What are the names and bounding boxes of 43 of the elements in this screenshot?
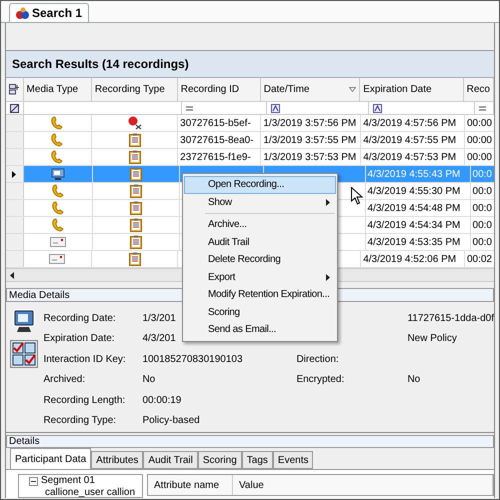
table-cell-text: 23727615-f1e9- [180, 150, 251, 164]
field-value: No [407, 374, 420, 386]
table-cell-text: 00:0 [472, 168, 492, 182]
table-cell-text: 00:02 [466, 252, 492, 266]
field-label: Encrypted: [296, 374, 344, 386]
section-header: Details [6, 435, 494, 448]
table-cell-text: 00:00 [466, 134, 492, 148]
field-label: Recording Type: [42, 414, 118, 428]
table-cell-text: 4/3/2019 4:55:30 PM [368, 184, 460, 198]
table-cell-text: 00:0 [472, 236, 492, 250]
field-value: 100185270830190103 [142, 354, 243, 365]
field-label: Direction: [296, 354, 339, 365]
table-cell-text: 4/3/2019 4:53:35 PM [368, 236, 460, 250]
table-cell-text: 4/3/2019 4:57:55 PM [363, 134, 456, 148]
table-cell-text: 00:00 [466, 150, 492, 164]
field-value: Policy-based [142, 415, 200, 426]
table-cell-text: 4/3/2019 4:54:34 PM [368, 218, 460, 232]
table-cell-text: 1/3/2019 3:57:53 PM [263, 150, 356, 164]
field-label: Archived: [42, 373, 86, 388]
table-cell-text: 30727615-b5ef- [180, 116, 251, 130]
table-cell-text: 30727615-8ea0- [180, 134, 254, 148]
field-value: 4/3/201 [142, 333, 176, 344]
field-label: Interaction ID Key: [42, 352, 127, 367]
table-cell-text: 4/3/2019 4:55:43 PM [368, 168, 460, 182]
table-cell-text: 00:00 [466, 116, 492, 130]
field-value: New Policy [407, 333, 457, 344]
table-cell-text: 1/3/2019 3:57:55 PM [263, 134, 356, 148]
table-cell-text: 00:0 [472, 184, 492, 198]
field-label: Expiration Date: [42, 332, 116, 346]
section-header: Search Results (14 recordings) [6, 51, 494, 78]
field-value: 00:00:19 [142, 394, 182, 406]
table-cell-text: 00:0 [472, 202, 492, 216]
field-label: Recording Date: [42, 312, 117, 326]
table-cell-text: 1/3/2019 3:57:56 PM [263, 116, 356, 130]
field-value: No [142, 374, 156, 386]
table-cell-text: 4/3/2019 4:54:48 PM [368, 202, 460, 216]
table-cell-text: 4/3/2019 4:52:06 PM [363, 252, 456, 266]
field-label: Recording Length: [42, 394, 126, 408]
table-cell-text: 4/3/2019 4:57:53 PM [363, 150, 456, 164]
field-value: 11727615-1dda-d0f [407, 312, 494, 324]
table-cell-text: 00:0 [472, 218, 492, 232]
table-cell-text: 4/3/2019 4:57:56 PM [363, 116, 456, 130]
field-value: 1/3/201 [142, 312, 176, 324]
